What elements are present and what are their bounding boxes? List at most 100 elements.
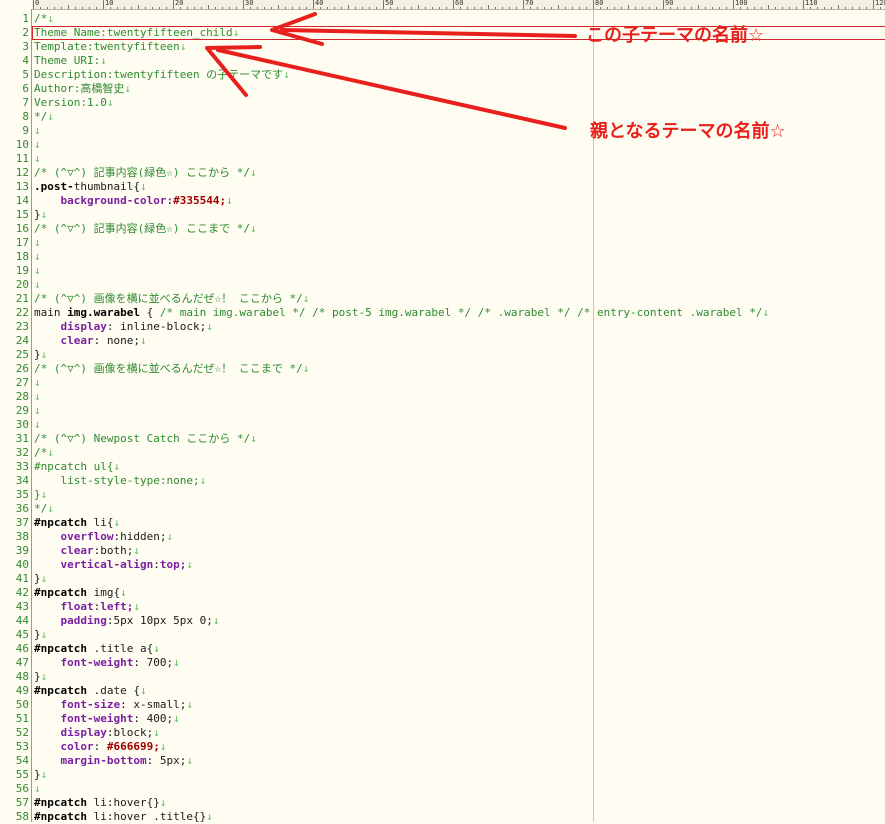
line-number: 47 [15,656,29,669]
ruler-tick [663,0,664,9]
code-line[interactable]: background-color:#335544;↓ [34,194,233,208]
code-line[interactable]: }↓ [34,348,47,362]
code-line[interactable]: Theme URI:↓ [34,54,107,68]
code-token: img{ [93,586,121,599]
code-line[interactable]: #npcatch li{↓ [34,516,120,530]
ruler-tick [173,0,174,9]
ruler-tick [243,0,244,9]
code-line[interactable]: ↓ [34,152,41,166]
code-line[interactable]: float:left;↓ [34,600,141,614]
code-line[interactable]: .post-thumbnail{↓ [34,180,147,194]
line-number: 48 [15,670,29,683]
code-line[interactable]: #npcatch .date {↓ [34,684,147,698]
end-of-line-marker: ↓ [113,516,121,529]
line-number: 14 [15,194,29,207]
code-line[interactable]: main img.warabel { /* main img.warabel *… [34,306,769,320]
code-line[interactable]: padding:5px 10px 5px 0;↓ [34,614,220,628]
code-line[interactable]: /* (^▽^) 画像を横に並べるんだぜ☆！ ここまで */↓ [34,362,309,376]
code-line[interactable]: ↓ [34,124,41,138]
code-line[interactable]: vertical-align:top;↓ [34,558,193,572]
code-line[interactable]: font-weight: 400;↓ [34,712,180,726]
code-line[interactable]: Template:twentyfifteen↓ [34,40,186,54]
code-line[interactable]: }↓ [34,768,47,782]
code-line[interactable]: ↓ [34,278,41,292]
code-line[interactable]: font-weight: 700;↓ [34,656,180,670]
code-line[interactable]: #npcatch li:hover{}↓ [34,796,166,810]
code-line[interactable]: Version:1.0↓ [34,96,113,110]
code-line[interactable]: */↓ [34,110,54,124]
code-line[interactable]: display:block;↓ [34,726,160,740]
line-number: 27 [15,376,29,389]
line-number: 54 [15,754,29,767]
code-token: : none; [93,334,140,347]
code-line[interactable]: /*↓ [34,446,54,460]
code-line[interactable]: font-size: x-small;↓ [34,698,193,712]
code-line[interactable]: ↓ [34,418,41,432]
code-line[interactable]: clear: none;↓ [34,334,147,348]
line-number: 43 [15,600,29,613]
code-line[interactable]: ↓ [34,404,41,418]
end-of-line-marker: ↓ [166,530,174,543]
code-line[interactable]: }↓ [34,572,47,586]
code-line[interactable]: ↓ [34,390,41,404]
code-line[interactable]: Author:高橋智史↓ [34,82,131,96]
annotation-parent-theme-name: 親となるテーマの名前☆ [590,121,786,142]
ruler-tick [313,0,314,9]
code-token: Theme URI: [34,54,101,67]
code-line[interactable]: list-style-type:none;↓ [34,474,206,488]
line-number: 19 [15,264,29,277]
code-line[interactable]: /* (^▽^) 記事内容(緑色☆) ここまで */↓ [34,222,257,236]
code-token: /* (^▽^) Newpost Catch ここから */ [34,432,251,445]
code-line[interactable]: ↓ [34,138,41,152]
code-line[interactable]: Description:twentyfifteen の子テーマです↓ [34,68,290,82]
code-line[interactable]: #npcatch li:hover .title{}↓ [34,810,213,822]
code-line[interactable]: /* (^▽^) Newpost Catch ここから */↓ [34,432,257,446]
line-number: 29 [15,404,29,417]
line-number: 55 [15,768,29,781]
code-line[interactable]: ↓ [34,250,41,264]
code-line[interactable]: #npcatch ul{↓ [34,460,120,474]
code-token: : x-small; [120,698,187,711]
code-token: padding [60,614,107,627]
code-line[interactable]: color: #666699;↓ [34,740,167,754]
ruler-label: 20 [175,0,184,7]
code-line[interactable]: clear:both;↓ [34,544,141,558]
code-line[interactable]: ↓ [34,376,41,390]
code-line[interactable]: }↓ [34,488,47,502]
line-number: 41 [15,572,29,585]
code-line[interactable]: #npcatch img{↓ [34,586,127,600]
end-of-line-marker: ↓ [206,320,213,333]
code-line[interactable]: /*↓ [34,12,54,26]
line-number: 45 [15,628,29,641]
code-line[interactable]: }↓ [34,670,47,684]
code-line[interactable]: ↓ [34,236,41,250]
code-line[interactable]: */↓ [34,502,54,516]
line-number: 16 [15,222,29,235]
line-number: 57 [15,796,29,809]
code-line[interactable]: display: inline-block;↓ [34,320,213,334]
code-token: /* main img.warabel */ /* post-5 img.war… [159,306,763,319]
code-token: #npcatch ul{ [34,460,114,473]
code-token: */ [34,502,48,515]
code-line[interactable]: /* (^▽^) 画像を横に並べるんだぜ☆！ ここから */↓ [34,292,309,306]
code-line[interactable]: }↓ [34,628,47,642]
code-line[interactable]: /* (^▽^) 記事内容(緑色☆) ここから */↓ [34,166,257,180]
code-line[interactable]: ↓ [34,264,41,278]
code-token: #npcatch [34,810,94,822]
code-line[interactable]: overflow:hidden;↓ [34,530,174,544]
code-line[interactable]: }↓ [34,208,47,222]
code-token: font-size [60,698,121,711]
code-token: margin-bottom [60,754,147,767]
code-line[interactable]: #npcatch .title a{↓ [34,642,160,656]
ruler-label: 70 [525,0,534,7]
code-token: top; [159,558,187,571]
code-line[interactable]: ↓ [34,782,41,796]
end-of-line-marker: ↓ [40,348,48,361]
end-of-line-marker: ↓ [34,782,41,795]
ruler-label: 60 [455,0,464,7]
code-line[interactable]: margin-bottom: 5px;↓ [34,754,193,768]
